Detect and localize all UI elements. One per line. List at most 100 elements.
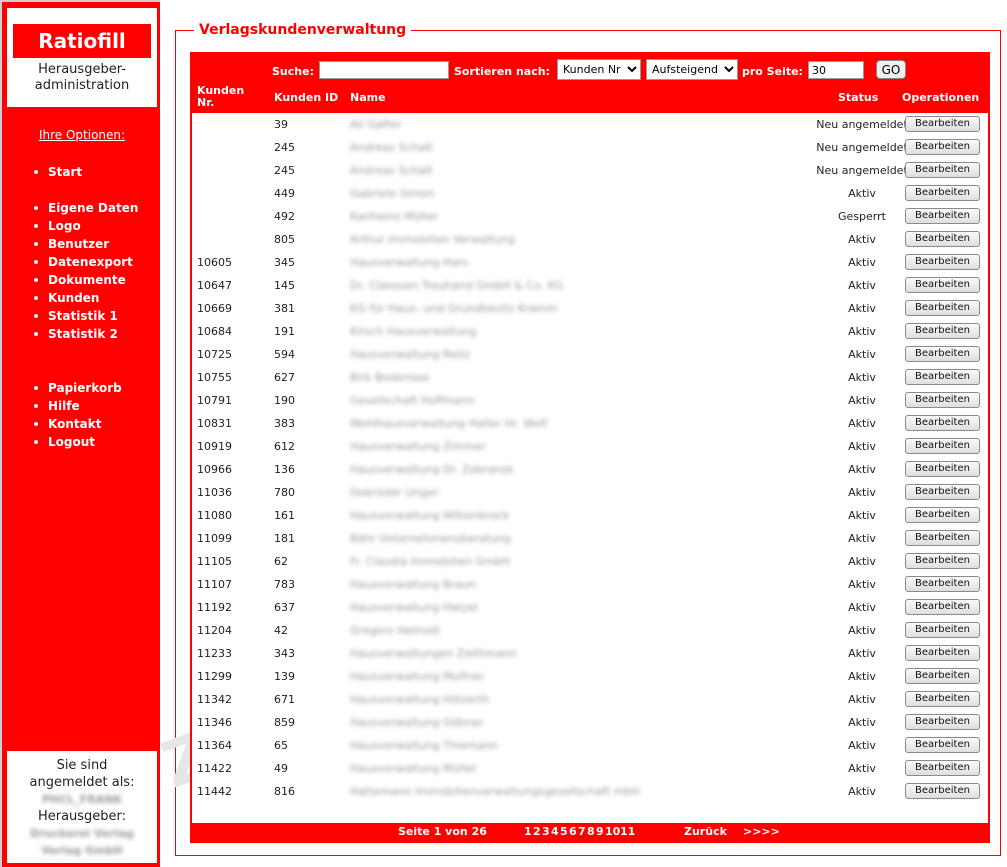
customer-name-blurred: Hausverwaltung Braun [350,578,476,591]
customer-name-blurred: Karlheinz Müller [350,210,439,223]
edit-button[interactable]: Bearbeiten [905,461,980,477]
page-link-3[interactable]: 3 [542,823,550,841]
sidebar-item-eigene-daten[interactable]: Eigene Daten [32,199,138,217]
page-link-2[interactable]: 2 [533,823,541,841]
sidebar-item-hilfe[interactable]: Hilfe [32,397,122,415]
cell-status: Aktiv [848,554,876,568]
edit-button[interactable]: Bearbeiten [905,438,980,454]
page-link-11[interactable]: 11 [620,823,635,841]
edit-button[interactable]: Bearbeiten [905,139,980,155]
page-link-6[interactable]: 6 [569,823,577,841]
cell-customer-nr: 11107 [197,578,232,591]
sidebar-item-dokumente[interactable]: Dokumente [32,271,138,289]
cell-customer-nr: 11080 [197,509,232,522]
edit-button[interactable]: Bearbeiten [905,162,980,178]
col-head-id[interactable]: Kunden ID [274,92,338,104]
edit-button[interactable]: Bearbeiten [905,116,980,132]
cell-status: Aktiv [848,646,876,660]
cell-customer-nr: 11342 [197,693,232,706]
cell-customer-nr: 10647 [197,279,232,292]
edit-button[interactable]: Bearbeiten [905,254,980,270]
sidebar-item-datenexport[interactable]: Datenexport [32,253,138,271]
edit-button[interactable]: Bearbeiten [905,369,980,385]
bullet-icon [34,440,38,444]
edit-button[interactable]: Bearbeiten [905,185,980,201]
cell-customer-name: KG für Haus- und Grundbesitz Kramm [350,297,558,320]
page-link-10[interactable]: 10 [605,823,620,841]
go-button[interactable]: GO [876,60,906,79]
cell-customer-nr: 11204 [197,624,232,637]
cell-status: Aktiv [848,232,876,246]
next-link[interactable]: >>>> [743,823,780,841]
login-user: PHCL_FRANK [41,793,123,806]
page-link-1[interactable]: 1 [524,823,532,841]
page-link-9[interactable]: 9 [596,823,604,841]
cell-status: Aktiv [848,370,876,384]
cell-customer-id: 383 [274,417,295,430]
edit-button[interactable]: Bearbeiten [905,507,980,523]
sidebar-item-kunden[interactable]: Kunden [32,289,138,307]
edit-button[interactable]: Bearbeiten [905,576,980,592]
edit-button[interactable]: Bearbeiten [905,346,980,362]
sidebar-item-kontakt[interactable]: Kontakt [32,415,122,433]
search-input[interactable] [319,61,449,79]
sidebar-item-benutzer[interactable]: Benutzer [32,235,138,253]
edit-button[interactable]: Bearbeiten [905,484,980,500]
sidebar-item-logout[interactable]: Logout [32,433,122,451]
page-link-4[interactable]: 4 [551,823,559,841]
cell-customer-name: Andreas Schalt [350,159,433,182]
cell-customer-nr: 11346 [197,716,232,729]
edit-button[interactable]: Bearbeiten [905,622,980,638]
cell-status: Aktiv [848,347,876,361]
page-link-5[interactable]: 5 [560,823,568,841]
cell-customer-id: 612 [274,440,295,453]
edit-button[interactable]: Bearbeiten [905,645,980,661]
sidebar-item-logo[interactable]: Logo [32,217,138,235]
table-row: 11080 161 Hausverwaltung Wittenbrock Aktiv B… [192,504,988,527]
edit-button[interactable]: Bearbeiten [905,231,980,247]
edit-button[interactable]: Bearbeiten [905,691,980,707]
edit-button[interactable]: Bearbeiten [905,553,980,569]
page-link-8[interactable]: 8 [587,823,595,841]
customer-name-blurred: Gregorz Helmolt [350,624,440,637]
sidebar-item-label: Kunden [48,291,100,305]
edit-button[interactable]: Bearbeiten [905,714,980,730]
edit-button[interactable]: Bearbeiten [905,599,980,615]
edit-button[interactable]: Bearbeiten [905,300,980,316]
sidebar: Ratiofill Herausgeber- administration Ih… [0,0,160,867]
cell-status: Aktiv [848,738,876,752]
sort-select[interactable]: Kunden Nr [557,59,641,80]
edit-button[interactable]: Bearbeiten [905,668,980,684]
table-row: 805 Arthur Immobilien Verwaltung Aktiv Bear… [192,228,988,251]
customer-name-blurred: Ali Gaffer [350,118,402,131]
sidebar-item-start[interactable]: Start [32,163,82,181]
cell-customer-id: 181 [274,532,295,545]
col-head-nr[interactable]: Kunden Nr. [197,85,244,109]
edit-button[interactable]: Bearbeiten [905,323,980,339]
customer-name-blurred: Andreas Schalt [350,164,433,177]
col-head-status[interactable]: Status [838,92,878,104]
edit-button[interactable]: Bearbeiten [905,415,980,431]
edit-button[interactable]: Bearbeiten [905,783,980,799]
col-head-name[interactable]: Name [350,92,386,104]
sidebar-item-statistik-1[interactable]: Statistik 1 [32,307,138,325]
cell-customer-id: 449 [274,187,295,200]
options-label[interactable]: Ihre Optionen: [2,128,162,142]
table-row: 245 Andreas Schalt Neu angemeldet Bearbeite… [192,159,988,182]
per-page-input[interactable] [808,61,864,79]
cell-customer-nr: 10831 [197,417,232,430]
sidebar-item-label: Logo [48,219,81,233]
sidebar-item-statistik-2[interactable]: Statistik 2 [32,325,138,343]
edit-button[interactable]: Bearbeiten [905,760,980,776]
bullet-icon [34,422,38,426]
customer-name-blurred: Hausverwaltung Dr. Zabransk [350,463,514,476]
edit-button[interactable]: Bearbeiten [905,208,980,224]
back-link[interactable]: Zurück [684,823,727,841]
edit-button[interactable]: Bearbeiten [905,277,980,293]
edit-button[interactable]: Bearbeiten [905,392,980,408]
edit-button[interactable]: Bearbeiten [905,737,980,753]
order-select[interactable]: Aufsteigend [646,59,738,80]
edit-button[interactable]: Bearbeiten [905,530,980,546]
sidebar-item-papierkorb[interactable]: Papierkorb [32,379,122,397]
page-link-7[interactable]: 7 [578,823,586,841]
